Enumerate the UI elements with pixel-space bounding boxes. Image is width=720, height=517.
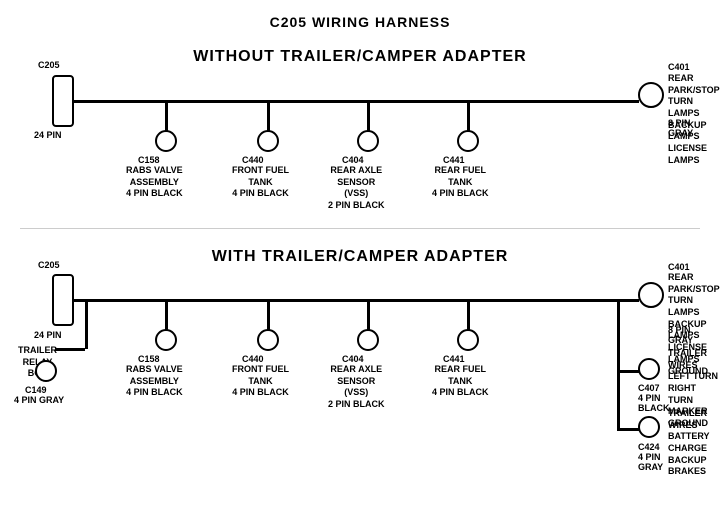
top-main-wire (74, 100, 639, 103)
top-c404-desc: REAR AXLE SENSOR (VSS) 2 PIN BLACK (328, 165, 385, 212)
c149-hline (55, 348, 85, 351)
page-title: C205 WIRING HARNESS (0, 6, 720, 30)
top-c401-id: C401 (668, 62, 690, 74)
divider (20, 228, 700, 229)
bottom-c205-connector (52, 274, 74, 326)
bottom-c401-color: GRAY (668, 335, 693, 347)
bottom-c404-vline (367, 300, 370, 330)
bottom-main-wire (74, 299, 639, 302)
top-c158-desc: RABS VALVE ASSEMBLY 4 PIN BLACK (126, 165, 183, 200)
top-c205-id: C205 (38, 60, 60, 72)
bottom-c205-id: C205 (38, 260, 60, 272)
bottom-c440-connector (257, 329, 279, 351)
c149-vline (85, 299, 88, 349)
c407-hline (617, 370, 639, 373)
bottom-c441-desc: REAR FUEL TANK 4 PIN BLACK (432, 364, 489, 399)
bottom-c401-connector (638, 282, 664, 308)
top-c440-desc: FRONT FUEL TANK 4 PIN BLACK (232, 165, 289, 200)
c424-connector (638, 416, 660, 438)
top-c440-connector (257, 130, 279, 152)
bottom-c440-vline (267, 300, 270, 330)
bottom-c158-connector (155, 329, 177, 351)
bottom-section-label: WITH TRAILER/CAMPER ADAPTER (100, 248, 620, 266)
bottom-c440-desc: FRONT FUEL TANK 4 PIN BLACK (232, 364, 289, 399)
top-c440-vline (267, 101, 270, 131)
top-c441-vline (467, 101, 470, 131)
bottom-c404-connector (357, 329, 379, 351)
top-section-label: WITHOUT TRAILER/CAMPER ADAPTER (100, 48, 620, 66)
top-c158-connector (155, 130, 177, 152)
bottom-c441-connector (457, 329, 479, 351)
bottom-c158-vline (165, 300, 168, 330)
c424-color: GRAY (638, 462, 663, 474)
right-vbranch (617, 299, 620, 429)
top-c404-connector (357, 130, 379, 152)
top-c404-vline (367, 101, 370, 131)
bottom-c441-vline (467, 300, 470, 330)
c407-connector (638, 358, 660, 380)
top-c205-connector (52, 75, 74, 127)
top-c205-pin: 24 PIN (34, 130, 62, 142)
c149-connector (35, 360, 57, 382)
c149-desc: 4 PIN GRAY (14, 395, 64, 407)
bottom-c158-desc: RABS VALVE ASSEMBLY 4 PIN BLACK (126, 364, 183, 399)
top-c441-desc: REAR FUEL TANK 4 PIN BLACK (432, 165, 489, 200)
bottom-c205-pin: 24 PIN (34, 330, 62, 342)
top-c401-color: GRAY (668, 128, 693, 140)
c424-hline (617, 428, 639, 431)
c424-wires: TRAILER WIRES BATTERY CHARGE BACKUP BRAK… (668, 408, 720, 478)
c407-color: BLACK (638, 403, 670, 415)
bottom-c404-desc: REAR AXLE SENSOR (VSS) 2 PIN BLACK (328, 364, 385, 411)
top-c441-connector (457, 130, 479, 152)
top-c401-connector (638, 82, 664, 108)
top-c158-vline (165, 101, 168, 131)
diagram-container: C205 WIRING HARNESS WITHOUT TRAILER/CAMP… (0, 0, 720, 500)
